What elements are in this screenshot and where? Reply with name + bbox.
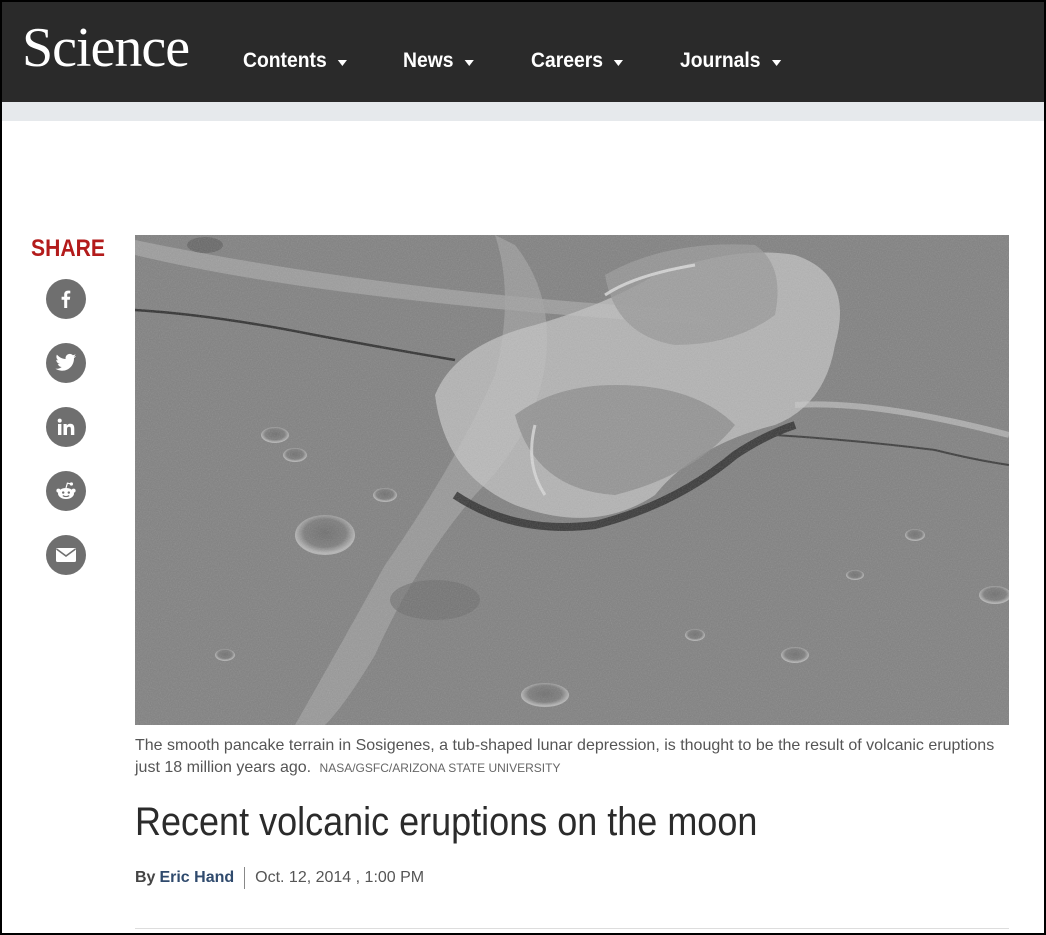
- nav-journals[interactable]: Journals: [680, 46, 781, 76]
- header-subbar: [2, 102, 1044, 121]
- nav-careers-label: Careers: [531, 49, 603, 72]
- share-reddit-button[interactable]: [46, 471, 86, 511]
- nav-news-label: News: [403, 49, 454, 72]
- article-title: Recent volcanic eruptions on the moon: [135, 800, 758, 844]
- share-linkedin-button[interactable]: [46, 407, 86, 447]
- twitter-icon: [55, 353, 77, 371]
- divider: [135, 928, 1009, 929]
- reddit-icon: [56, 482, 76, 499]
- email-icon: [56, 548, 76, 562]
- page-frame: Science Contents News Careers Journals S…: [0, 0, 1046, 935]
- chevron-down-icon: [771, 59, 781, 66]
- image-credit: NASA/GSFC/ARIZONA STATE UNIVERSITY: [319, 761, 561, 775]
- author-link[interactable]: Eric Hand: [159, 866, 234, 890]
- site-header: Science Contents News Careers Journals: [2, 2, 1044, 102]
- nav-contents-label: Contents: [243, 49, 327, 72]
- chevron-down-icon: [614, 59, 624, 66]
- byline: By Eric Hand Oct. 12, 2014 , 1:00 PM: [135, 866, 424, 890]
- share-facebook-button[interactable]: [46, 279, 86, 319]
- nav-news[interactable]: News: [403, 46, 474, 76]
- nav-careers[interactable]: Careers: [531, 46, 624, 76]
- byline-prefix: By: [135, 869, 156, 886]
- image-caption: The smooth pancake terrain in Sosigenes,…: [135, 735, 1015, 779]
- linkedin-icon: [57, 418, 75, 435]
- caption-text: The smooth pancake terrain in Sosigenes,…: [135, 737, 995, 776]
- nav-contents[interactable]: Contents: [243, 46, 347, 76]
- byline-divider: [244, 867, 246, 889]
- chevron-down-icon: [464, 59, 474, 66]
- science-logo[interactable]: Science: [22, 16, 190, 80]
- publish-date: Oct. 12, 2014 , 1:00 PM: [255, 869, 425, 886]
- share-email-button[interactable]: [46, 535, 86, 575]
- moon-surface-image: [135, 235, 1009, 725]
- share-twitter-button[interactable]: [46, 343, 86, 383]
- nav-journals-label: Journals: [680, 49, 761, 72]
- share-label: SHARE: [31, 235, 105, 262]
- chevron-down-icon: [337, 59, 347, 66]
- facebook-icon: [61, 290, 71, 308]
- hero-image: [135, 235, 1009, 725]
